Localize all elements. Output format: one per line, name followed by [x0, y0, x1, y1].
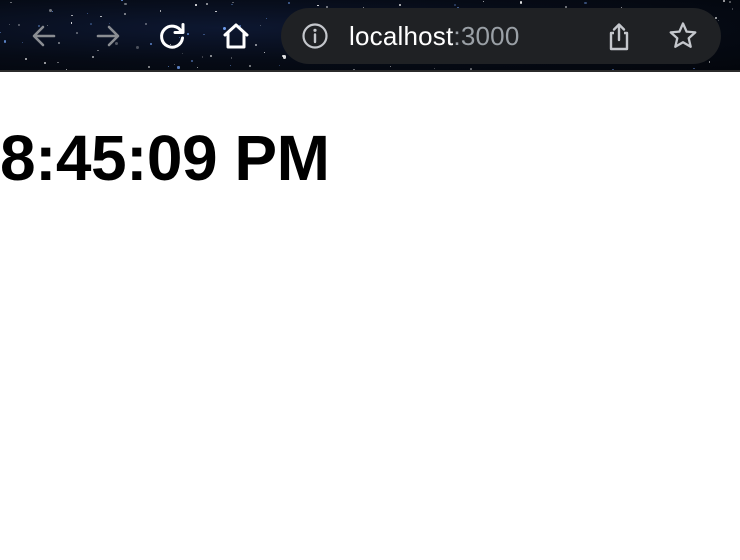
star-dot: [92, 55, 95, 58]
forward-button[interactable]: [89, 17, 127, 55]
star-dot: [0, 31, 2, 33]
star-dot: [86, 12, 89, 14]
star-dot: [611, 68, 614, 70]
star-dot: [287, 2, 291, 5]
url-host: localhost: [349, 21, 454, 51]
star-dot: [278, 64, 281, 67]
star-dot: [196, 66, 199, 69]
info-icon[interactable]: [301, 22, 329, 50]
star-dot: [229, 64, 232, 66]
star-dot: [49, 8, 52, 12]
star-dot: [135, 46, 139, 49]
star-dot: [201, 56, 203, 58]
share-icon[interactable]: [603, 21, 635, 53]
arrow-right-icon: [96, 25, 120, 47]
star-dot: [693, 67, 695, 70]
star-dot: [215, 10, 217, 13]
star-dot: [123, 13, 126, 15]
url-text[interactable]: localhost:3000: [349, 8, 520, 64]
star-dot: [230, 57, 232, 59]
back-button[interactable]: [25, 17, 63, 55]
star-dot: [259, 24, 261, 26]
star-dot: [317, 4, 319, 7]
star-dot: [209, 54, 212, 57]
star-dot: [167, 66, 170, 68]
star-dot: [231, 4, 233, 6]
home-button[interactable]: [217, 17, 255, 55]
star-dot: [731, 8, 734, 10]
star-dot: [717, 19, 720, 22]
star-dot: [148, 65, 151, 68]
star-dot: [44, 61, 47, 65]
star-icon[interactable]: [667, 20, 699, 52]
star-dot: [18, 24, 21, 27]
star-dot: [65, 69, 68, 70]
clock-time: 8:45:09 PM: [0, 122, 330, 194]
star-dot: [352, 68, 355, 70]
star-dot: [454, 4, 457, 7]
star-dot: [434, 67, 436, 69]
page-content: 8:45:09 PM: [0, 72, 740, 560]
reload-button[interactable]: [153, 17, 191, 55]
star-dot: [729, 1, 731, 3]
star-dot: [398, 3, 401, 6]
home-icon: [223, 23, 249, 49]
star-dot: [144, 23, 147, 26]
star-dot: [3, 40, 6, 43]
star-dot: [482, 0, 484, 2]
star-dot: [709, 61, 711, 63]
arrow-left-icon: [32, 25, 56, 47]
star-dot: [263, 51, 266, 54]
star-dot: [52, 11, 54, 13]
star-dot: [470, 67, 473, 70]
address-bar[interactable]: localhost:3000: [281, 8, 721, 64]
star-dot: [150, 43, 153, 46]
star-dot: [71, 14, 73, 17]
star-dot: [232, 1, 234, 3]
star-dot: [76, 31, 79, 34]
star-dot: [519, 1, 523, 4]
star-dot: [206, 3, 209, 5]
star-dot: [70, 22, 73, 24]
star-dot: [177, 66, 180, 69]
star-dot: [584, 1, 587, 5]
star-dot: [191, 60, 194, 63]
url-port: :3000: [453, 21, 520, 51]
star-dot: [124, 2, 127, 5]
star-dot: [722, 0, 725, 3]
star-dot: [173, 63, 176, 66]
star-dot: [265, 17, 268, 20]
star-dot: [21, 42, 23, 44]
star-dot: [8, 23, 10, 26]
star-dot: [389, 66, 392, 68]
star-dot: [195, 4, 198, 6]
reload-icon: [160, 23, 185, 49]
star-dot: [203, 34, 205, 36]
star-dot: [159, 10, 162, 12]
star-dot: [56, 61, 59, 64]
star-dot: [10, 1, 12, 3]
star-dot: [24, 58, 27, 61]
star-dot: [249, 65, 252, 68]
star-dot: [121, 0, 123, 2]
browser-toolbar: localhost:3000: [0, 0, 740, 72]
